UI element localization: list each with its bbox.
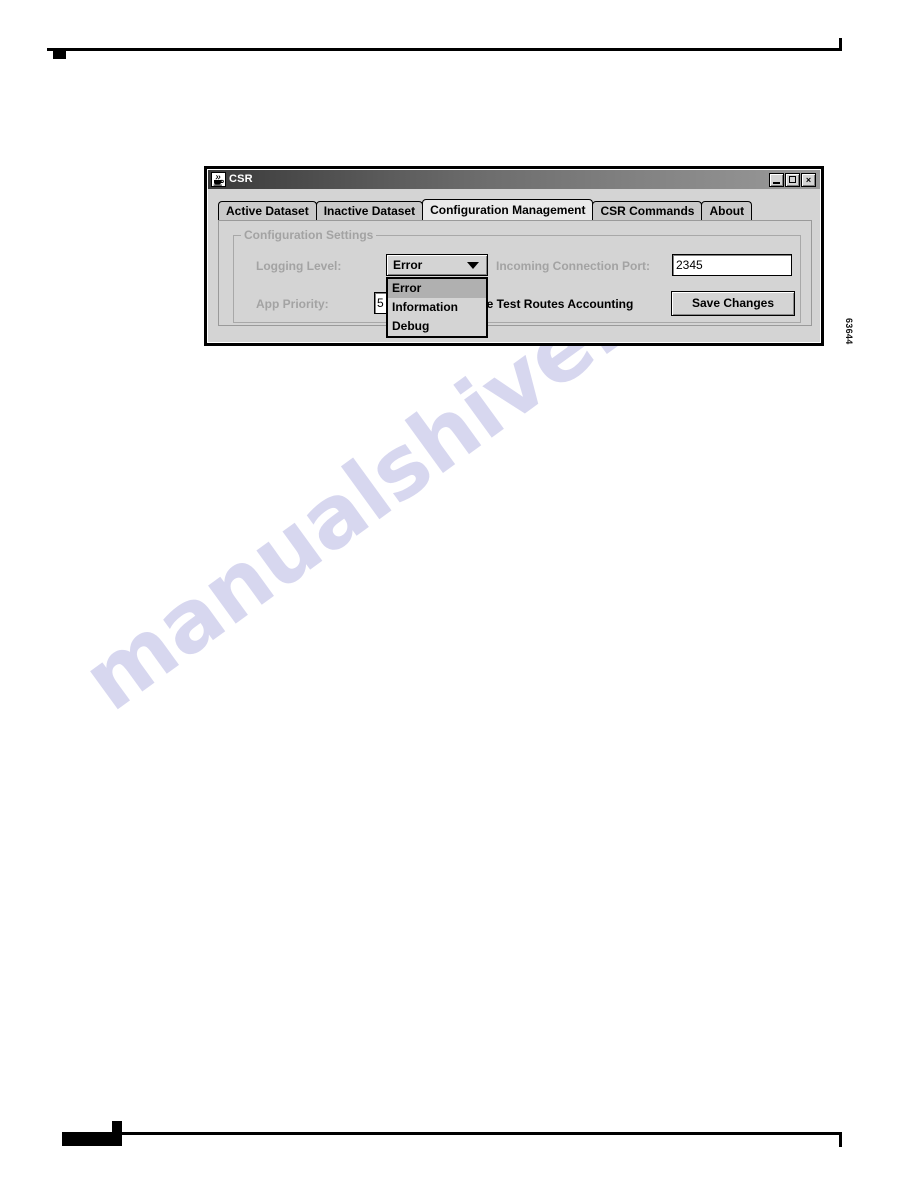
window-title: CSR — [229, 173, 253, 185]
page-header-marker — [53, 48, 66, 59]
configuration-settings-title: Configuration Settings — [241, 228, 377, 242]
configuration-settings-groupbox: Configuration Settings Logging Level: Er… — [233, 228, 801, 338]
logging-level-value: Error — [393, 258, 423, 272]
window-controls: × — [769, 172, 818, 187]
logging-level-dropdown-popup[interactable]: Error Information Debug — [386, 277, 488, 338]
incoming-connection-port-label: Incoming Connection Port: — [496, 259, 650, 273]
window-title-bar[interactable]: CSR × — [208, 170, 820, 189]
incoming-connection-port-value: 2345 — [676, 258, 703, 272]
maximize-button[interactable] — [785, 172, 800, 187]
page-footer-end-tick — [839, 1134, 842, 1147]
save-changes-button[interactable]: Save Changes — [671, 291, 795, 316]
tab-about[interactable]: About — [701, 201, 753, 220]
page-footer-marker — [62, 1132, 122, 1146]
java-coffee-cup-icon — [211, 172, 226, 187]
tab-strip: Active Dataset Inactive Dataset Configur… — [218, 198, 820, 220]
logging-level-option-error[interactable]: Error — [388, 279, 486, 298]
figure-number: 63644 — [827, 303, 854, 347]
minimize-icon — [773, 181, 780, 184]
page-footer-rule — [62, 1132, 842, 1135]
tab-active-dataset[interactable]: Active Dataset — [218, 201, 317, 220]
logging-level-option-debug[interactable]: Debug — [388, 317, 486, 336]
app-priority-value: 5 — [377, 296, 384, 310]
page-header-rule — [47, 48, 842, 51]
page-header-end-tick — [839, 38, 842, 51]
logging-level-label: Logging Level: — [256, 259, 342, 273]
chevron-down-icon — [467, 261, 479, 269]
figure-number-text: 63644 — [844, 318, 854, 345]
logging-level-option-information[interactable]: Information — [388, 298, 486, 317]
app-priority-label: App Priority: — [256, 297, 329, 311]
tab-configuration-management[interactable]: Configuration Management — [422, 199, 594, 220]
close-button[interactable]: × — [801, 172, 816, 187]
minimize-button[interactable] — [769, 172, 784, 187]
tab-csr-commands[interactable]: CSR Commands — [592, 201, 703, 220]
maximize-icon — [789, 175, 796, 183]
tab-inactive-dataset[interactable]: Inactive Dataset — [315, 201, 424, 220]
window-inner-frame: CSR × Active Dataset Inactive Dataset Co… — [207, 169, 821, 343]
incoming-connection-port-input[interactable]: 2345 — [672, 254, 792, 276]
logging-level-dropdown[interactable]: Error — [386, 254, 488, 276]
page-footer-tick-up — [112, 1121, 122, 1133]
csr-application-window: CSR × Active Dataset Inactive Dataset Co… — [204, 166, 824, 346]
test-routes-accounting-label[interactable]: ble Test Routes Accounting — [476, 297, 633, 311]
configuration-management-panel: Configuration Settings Logging Level: Er… — [218, 220, 812, 338]
